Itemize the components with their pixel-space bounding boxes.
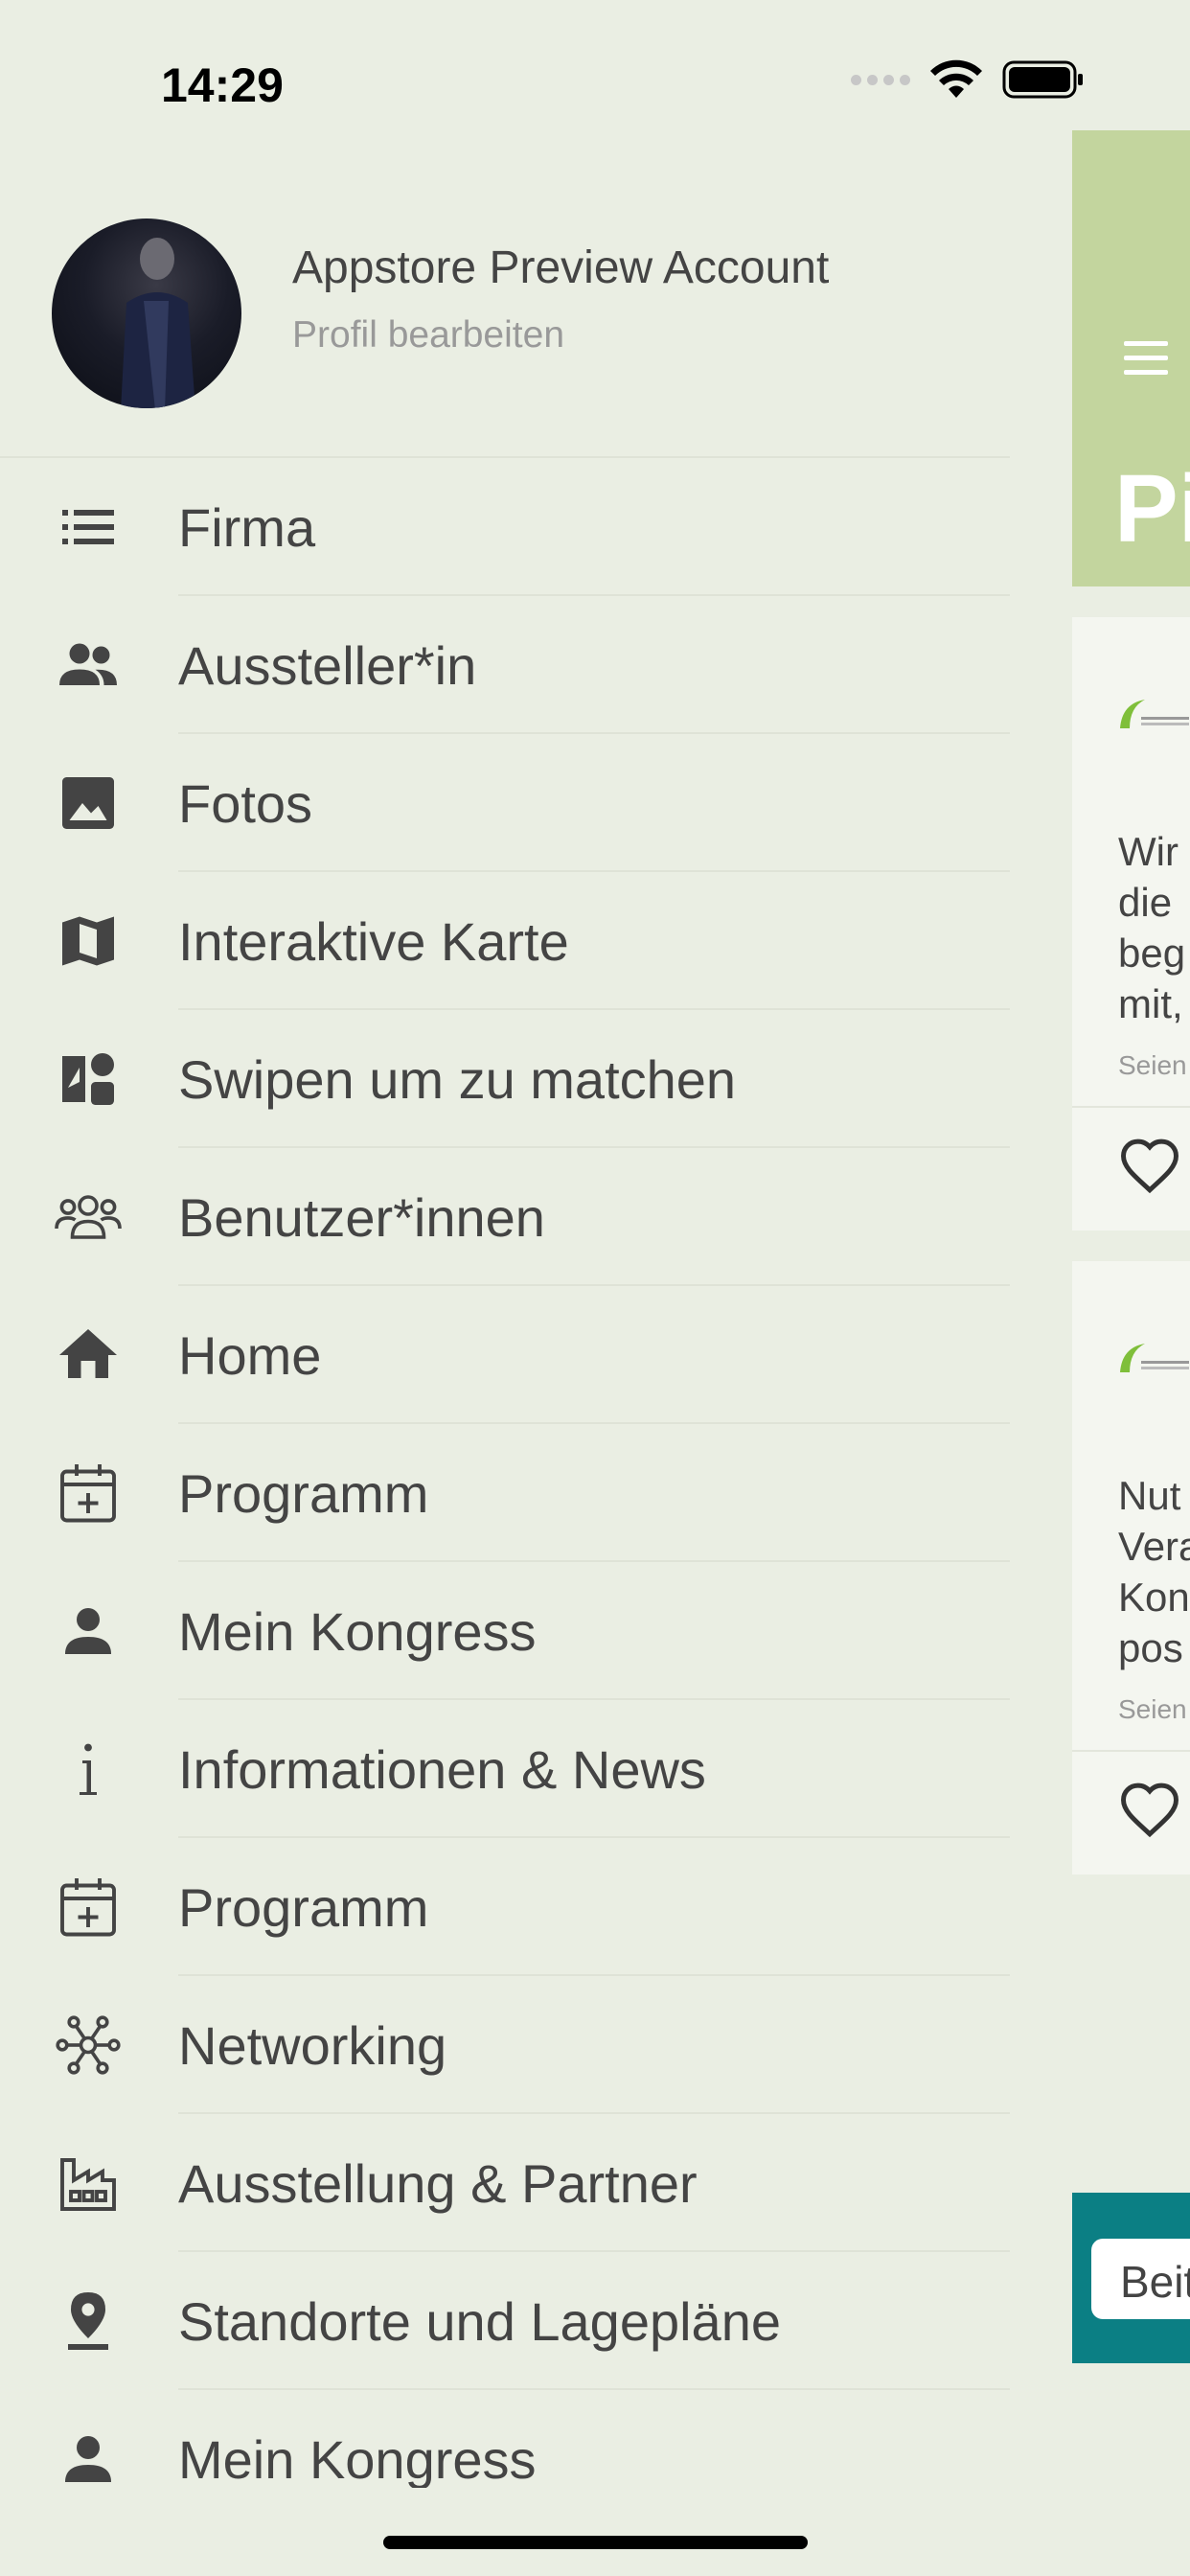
status-time: 14:29 (161, 58, 284, 112)
menu-item-mein-kongress[interactable]: Mein Kongress (0, 2390, 1010, 2488)
menu-item-label: Firma (178, 496, 316, 558)
footer-button[interactable]: Beit (1091, 2239, 1190, 2319)
menu-item-label: Fotos (178, 772, 313, 834)
like-heart-icon[interactable] (1118, 1779, 1181, 1842)
profile-name: Appstore Preview Account (292, 242, 830, 293)
menu-item-swipen[interactable]: Swipen um zu matchen (0, 1010, 1010, 1148)
people-icon (50, 627, 126, 703)
menu-item-label: Informationen & News (178, 1738, 706, 1800)
menu-item-benutzer[interactable]: Benutzer*innen (0, 1148, 1010, 1286)
like-heart-icon[interactable] (1118, 1135, 1181, 1198)
menu-item-networking[interactable]: Networking (0, 1976, 1010, 2114)
calendar-plus-icon (50, 1455, 126, 1531)
person-icon (50, 2421, 126, 2488)
menu-item-label: Swipen um zu matchen (178, 1048, 737, 1110)
background-footer: Beit (1072, 2193, 1190, 2363)
background-header: Pi (1072, 130, 1190, 586)
battery-icon (1002, 60, 1083, 99)
menu-item-home[interactable]: Home (0, 1286, 1010, 1424)
menu-item-label: Aussteller*in (178, 634, 477, 696)
person-icon (50, 1593, 126, 1669)
image-icon (50, 765, 126, 841)
avatar[interactable] (52, 218, 241, 408)
navigation-drawer: Appstore Preview Account Profil bearbeit… (0, 130, 1010, 2488)
edit-profile-link[interactable]: Profil bearbeiten (292, 314, 564, 356)
wifi-icon (930, 59, 982, 98)
menu-item-firma[interactable]: Firma (0, 458, 1010, 596)
menu-item-label: Standorte und Lagepläne (178, 2290, 781, 2352)
status-icons (851, 59, 1085, 100)
card-text: Wir die beg mit, (1118, 829, 1186, 1026)
menu-item-label: Programm (178, 1462, 429, 1524)
menu-item-ausstellung-partner[interactable]: Ausstellung & Partner (0, 2114, 1010, 2252)
organization-logo-icon (1120, 1344, 1189, 1372)
hamburger-menu-icon[interactable] (1124, 341, 1168, 384)
home-indicator[interactable] (383, 2536, 808, 2549)
organization-logo-icon (1120, 700, 1189, 728)
menu-item-label: Networking (178, 2014, 447, 2076)
card-meta: Seien (1118, 1050, 1187, 1080)
info-icon (50, 1731, 126, 1807)
menu-item-informationen-news[interactable]: Informationen & News (0, 1700, 1010, 1838)
menu-item-programm[interactable]: Programm (0, 1838, 1010, 1976)
menu-item-mein-kongress[interactable]: Mein Kongress (0, 1562, 1010, 1700)
menu-item-label: Mein Kongress (178, 1600, 537, 1662)
menu-item-programm[interactable]: Programm (0, 1424, 1010, 1562)
map-icon (50, 903, 126, 979)
swipe-match-icon (50, 1041, 126, 1117)
drawer-menu: Firma Aussteller*in Fotos Interaktive Ka… (0, 458, 1010, 2488)
menu-item-label: Home (178, 1324, 322, 1386)
menu-item-aussteller[interactable]: Aussteller*in (0, 596, 1010, 734)
menu-item-label: Programm (178, 1876, 429, 1938)
menu-item-label: Interaktive Karte (178, 910, 569, 972)
home-icon (50, 1317, 126, 1393)
menu-item-label: Ausstellung & Partner (178, 2152, 698, 2214)
users-outline-icon (50, 1179, 126, 1255)
profile-header[interactable]: Appstore Preview Account Profil bearbeit… (0, 130, 1010, 458)
location-pin-icon (50, 2283, 126, 2359)
menu-item-label: Benutzer*innen (178, 1186, 545, 1248)
factory-icon (50, 2145, 126, 2221)
calendar-plus-icon (50, 1869, 126, 1945)
feed-card[interactable]: Nut Vera Kon pos Seien (1072, 1261, 1190, 1874)
feed-card[interactable]: Wir die beg mit, Seien (1072, 617, 1190, 1230)
menu-item-label: Mein Kongress (178, 2428, 537, 2489)
cellular-signal-icon (851, 74, 910, 85)
list-icon (50, 489, 126, 565)
network-icon (50, 2007, 126, 2083)
card-meta: Seien (1118, 1694, 1187, 1724)
menu-item-standorte[interactable]: Standorte und Lagepläne (0, 2252, 1010, 2390)
menu-item-interaktive-karte[interactable]: Interaktive Karte (0, 872, 1010, 1010)
card-text: Nut Vera Kon pos (1118, 1473, 1190, 1670)
menu-item-fotos[interactable]: Fotos (0, 734, 1010, 872)
background-page-title: Pi (1114, 455, 1190, 563)
